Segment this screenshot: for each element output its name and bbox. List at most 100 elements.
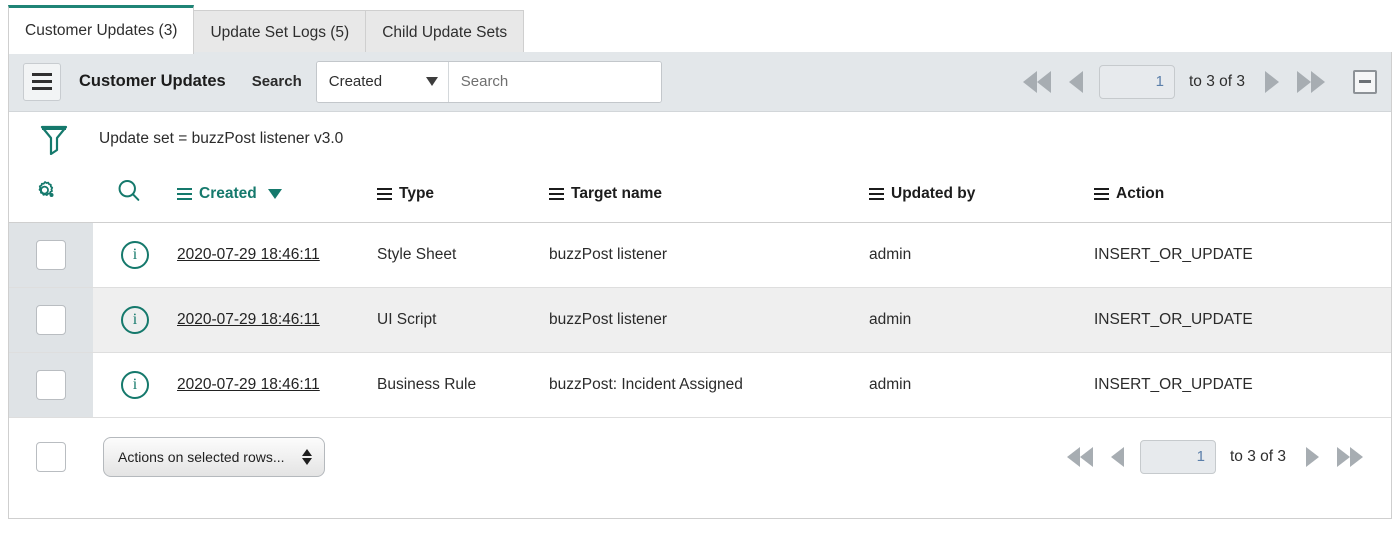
last-page-button[interactable] bbox=[1335, 446, 1365, 467]
right-arrow-icon bbox=[1265, 70, 1279, 93]
cell-updated-by: admin bbox=[869, 286, 1094, 352]
search-field-select[interactable]: Created bbox=[316, 61, 449, 102]
search-label: Search bbox=[251, 73, 302, 90]
actions-on-selected-rows-select[interactable]: Actions on selected rows... bbox=[103, 436, 325, 477]
first-page-button[interactable] bbox=[1021, 70, 1053, 93]
column-header-label: Created bbox=[199, 184, 257, 202]
customer-updates-panel: Customer Updates Search Created to 3 of … bbox=[8, 52, 1392, 519]
last-page-button[interactable] bbox=[1295, 70, 1327, 93]
record-link[interactable]: 2020-07-29 18:46:11 bbox=[177, 311, 320, 328]
double-left-arrow-icon bbox=[1066, 446, 1080, 467]
column-header-settings bbox=[9, 166, 93, 222]
cell-created: 2020-07-29 18:46:11 bbox=[177, 286, 377, 352]
column-menu-icon[interactable] bbox=[869, 187, 884, 200]
cell-action: INSERT_OR_UPDATE bbox=[1094, 286, 1391, 352]
column-header-label: Target name bbox=[571, 184, 663, 202]
row-select-cell bbox=[9, 221, 93, 287]
double-right-arrow-icon bbox=[1311, 70, 1325, 93]
column-menu-icon[interactable] bbox=[1094, 187, 1109, 200]
sort-descending-icon bbox=[267, 188, 282, 199]
search-group: Created bbox=[315, 60, 662, 103]
gear-icon[interactable] bbox=[31, 177, 59, 205]
row-checkbox[interactable] bbox=[36, 369, 66, 400]
search-field-value: Created bbox=[328, 73, 383, 90]
minus-square-icon[interactable] bbox=[1353, 69, 1377, 94]
cell-updated-by: admin bbox=[869, 221, 1094, 287]
row-select-cell bbox=[9, 351, 93, 417]
info-icon[interactable]: i bbox=[121, 370, 149, 399]
column-menu-icon[interactable] bbox=[377, 187, 392, 200]
select-all-checkbox[interactable] bbox=[36, 441, 66, 472]
cell-type: UI Script bbox=[377, 286, 549, 352]
column-header-created[interactable]: Created bbox=[177, 166, 377, 222]
column-header-label: Type bbox=[399, 184, 435, 202]
record-link[interactable]: 2020-07-29 18:46:11 bbox=[177, 376, 320, 393]
tab-label: Customer Updates (3) bbox=[25, 22, 178, 39]
cell-action: INSERT_OR_UPDATE bbox=[1094, 351, 1391, 417]
tab-child-update-sets[interactable]: Child Update Sets bbox=[365, 10, 525, 54]
page-number-input[interactable] bbox=[1139, 439, 1216, 474]
left-arrow-icon bbox=[1110, 446, 1124, 467]
next-page-button[interactable] bbox=[1263, 70, 1281, 93]
table-row[interactable]: i 2020-07-29 18:46:11 Business Rule buzz… bbox=[9, 351, 1391, 417]
tab-customer-updates[interactable]: Customer Updates (3) bbox=[8, 5, 195, 54]
info-icon[interactable]: i bbox=[121, 240, 149, 269]
cell-target-name: buzzPost: Incident Assigned bbox=[549, 351, 869, 417]
record-link[interactable]: 2020-07-29 18:46:11 bbox=[177, 246, 320, 263]
funnel-icon[interactable] bbox=[39, 123, 69, 155]
row-info-cell: i bbox=[93, 221, 177, 287]
cell-action: INSERT_OR_UPDATE bbox=[1094, 221, 1391, 287]
row-select-cell bbox=[9, 286, 93, 352]
tab-strip: Customer Updates (3) Update Set Logs (5)… bbox=[0, 0, 1400, 54]
double-left-arrow-icon bbox=[1022, 70, 1037, 93]
breadcrumb-filter-text[interactable]: Update set = buzzPost listener v3.0 bbox=[99, 130, 343, 148]
column-header-updated-by[interactable]: Updated by bbox=[869, 166, 1094, 222]
row-checkbox[interactable] bbox=[36, 304, 66, 335]
cell-type: Style Sheet bbox=[377, 221, 549, 287]
pagination-range: to 3 of 3 bbox=[1188, 72, 1245, 90]
prev-page-button[interactable] bbox=[1067, 70, 1085, 93]
breadcrumb: Update set = buzzPost listener v3.0 bbox=[9, 112, 1391, 166]
column-header-type[interactable]: Type bbox=[377, 166, 549, 222]
search-input[interactable] bbox=[448, 61, 661, 102]
row-info-cell: i bbox=[93, 351, 177, 417]
customer-updates-table: Created Type Target name Updated by Acti… bbox=[9, 166, 1391, 417]
header-pagination: to 3 of 3 bbox=[1021, 64, 1377, 99]
column-header-target-name[interactable]: Target name bbox=[549, 166, 869, 222]
double-right-arrow-icon bbox=[1350, 446, 1363, 467]
table-body: i 2020-07-29 18:46:11 Style Sheet buzzPo… bbox=[9, 221, 1391, 417]
column-menu-icon[interactable] bbox=[177, 187, 192, 200]
prev-page-button[interactable] bbox=[1109, 446, 1126, 467]
row-checkbox[interactable] bbox=[36, 239, 66, 270]
tab-label: Child Update Sets bbox=[382, 23, 508, 41]
footer-pagination: to 3 of 3 bbox=[1065, 439, 1365, 474]
list-toolbar: Customer Updates Search Created to 3 of … bbox=[9, 52, 1391, 112]
row-info-cell: i bbox=[93, 286, 177, 352]
right-arrow-icon bbox=[1306, 446, 1319, 467]
chevron-down-icon bbox=[425, 77, 438, 86]
info-icon[interactable]: i bbox=[121, 305, 149, 334]
tab-update-set-logs[interactable]: Update Set Logs (5) bbox=[193, 10, 367, 54]
column-header-label: Action bbox=[1116, 184, 1165, 202]
next-page-button[interactable] bbox=[1304, 446, 1321, 467]
column-header-action[interactable]: Action bbox=[1094, 166, 1391, 222]
cell-created: 2020-07-29 18:46:11 bbox=[177, 221, 377, 287]
double-left-arrow-icon bbox=[1079, 446, 1093, 467]
list-title: Customer Updates bbox=[79, 72, 226, 90]
list-footer: Actions on selected rows... to 3 of 3 bbox=[9, 417, 1391, 495]
column-header-search bbox=[93, 166, 177, 222]
column-header-label: Updated by bbox=[891, 184, 976, 202]
table-row[interactable]: i 2020-07-29 18:46:11 Style Sheet buzzPo… bbox=[9, 221, 1391, 287]
cell-target-name: buzzPost listener bbox=[549, 221, 869, 287]
up-down-arrows-icon bbox=[302, 448, 312, 465]
first-page-button[interactable] bbox=[1065, 446, 1095, 467]
double-left-arrow-icon bbox=[1036, 70, 1051, 93]
column-menu-icon[interactable] bbox=[549, 187, 564, 200]
hamburger-icon[interactable] bbox=[23, 62, 61, 101]
cell-updated-by: admin bbox=[869, 351, 1094, 417]
double-right-arrow-icon bbox=[1337, 446, 1350, 467]
table-row[interactable]: i 2020-07-29 18:46:11 UI Script buzzPost… bbox=[9, 286, 1391, 352]
page-number-input[interactable] bbox=[1098, 64, 1175, 99]
search-icon[interactable] bbox=[115, 177, 143, 205]
cell-type: Business Rule bbox=[377, 351, 549, 417]
